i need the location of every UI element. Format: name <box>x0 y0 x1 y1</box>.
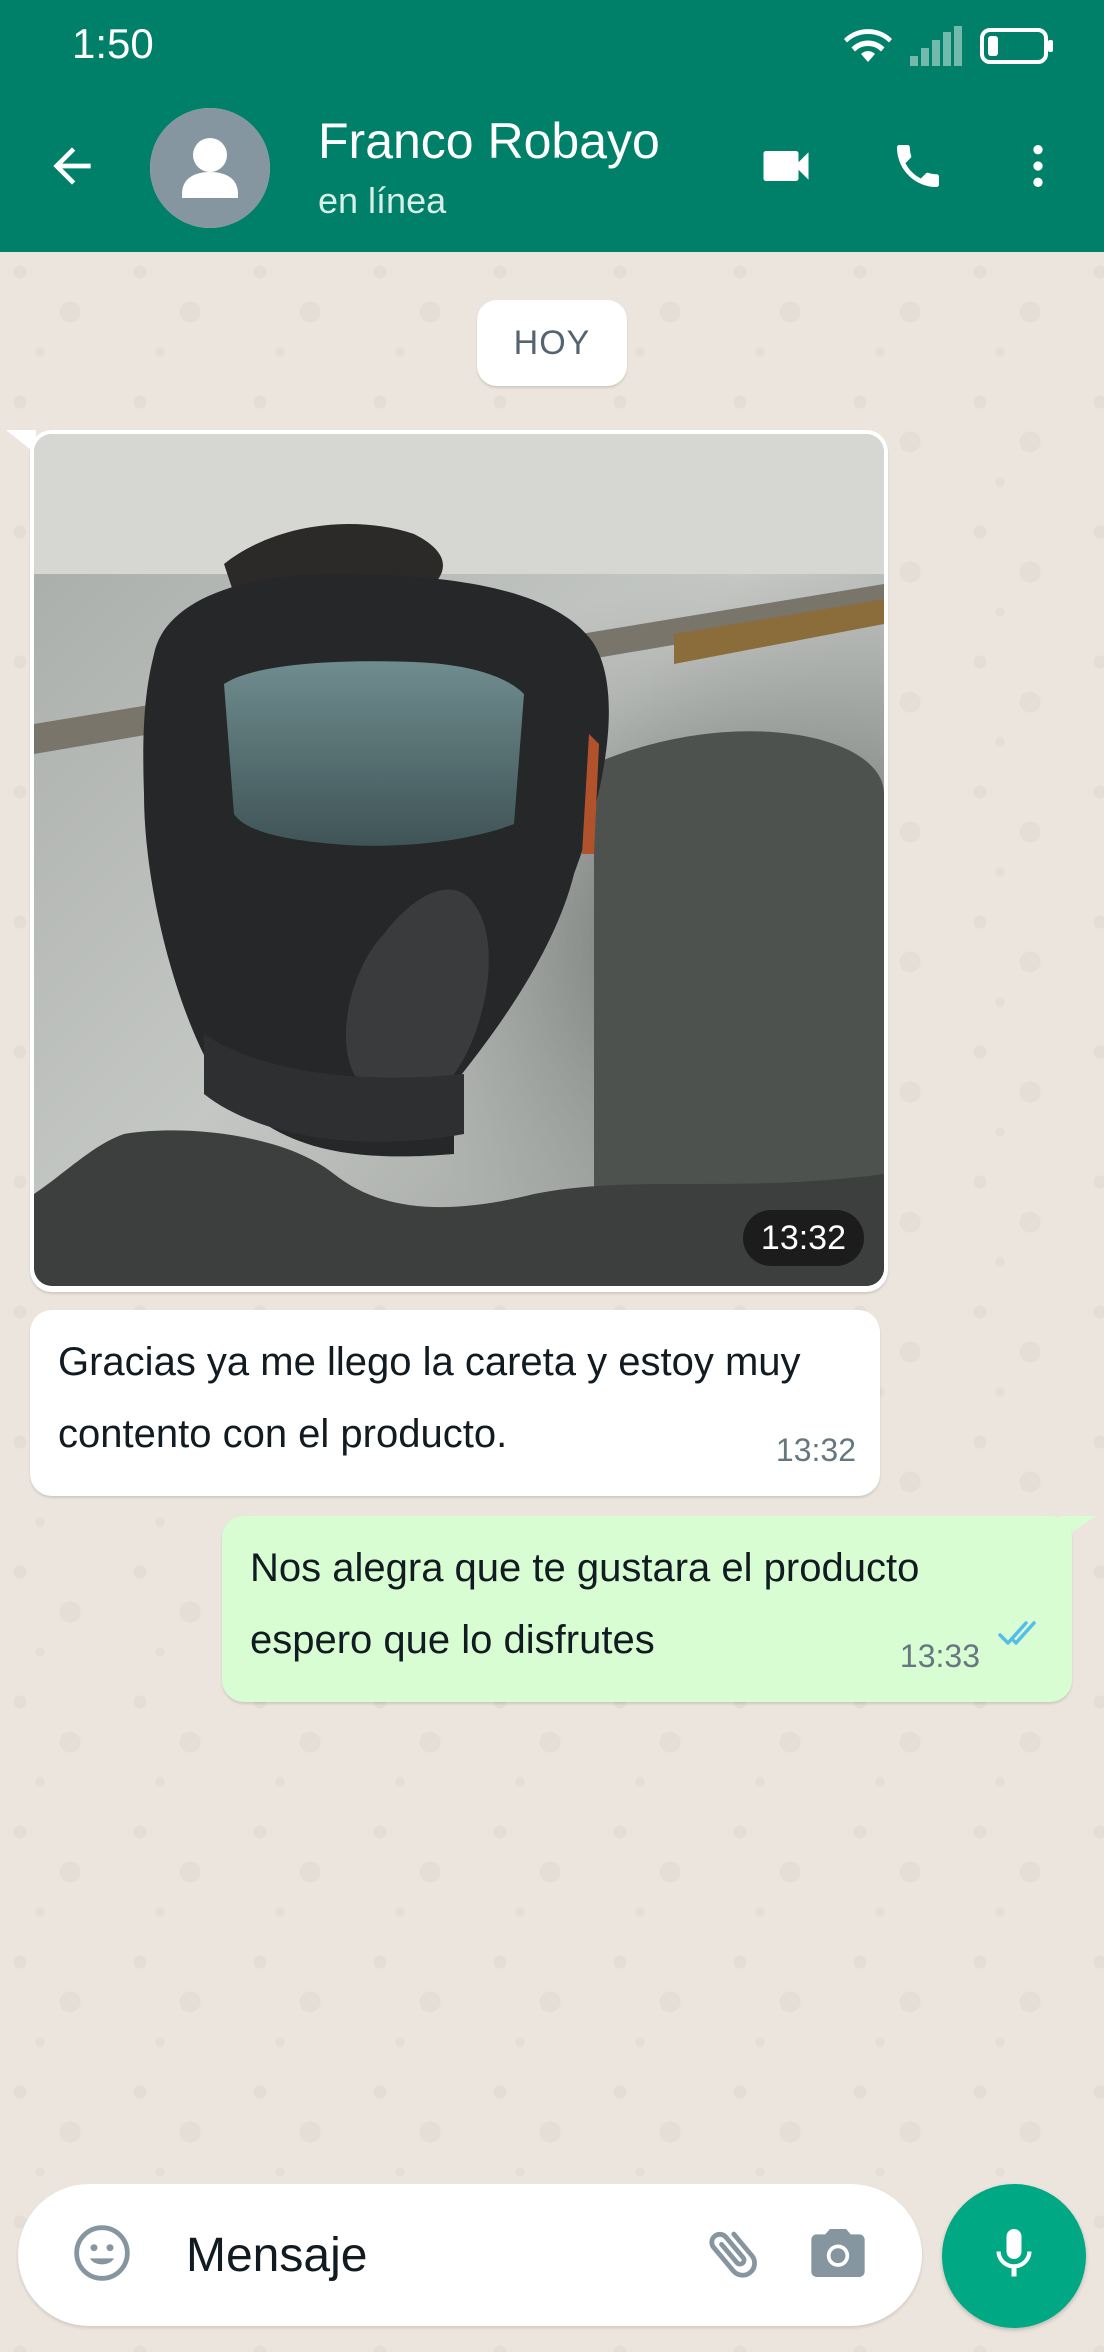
image-message[interactable]: 13:32 <box>30 430 888 1292</box>
back-arrow-icon <box>44 138 100 199</box>
contact-name[interactable]: Franco Robayo <box>318 112 660 170</box>
phone-icon <box>890 138 946 199</box>
emoji-icon <box>70 2221 134 2290</box>
more-options-button[interactable] <box>1002 132 1074 204</box>
video-call-button[interactable] <box>750 132 822 204</box>
date-chip: HOY <box>477 300 627 386</box>
status-icons <box>844 24 1054 72</box>
message-time: 13:32 <box>775 1432 856 1468</box>
message-line: Nos alegra que te gustara el producto <box>250 1546 920 1590</box>
voice-call-button[interactable] <box>882 132 954 204</box>
avatar-placeholder-icon <box>150 108 270 228</box>
paperclip-icon <box>702 2221 766 2290</box>
double-check-icon <box>998 1600 1048 1672</box>
back-button[interactable] <box>36 132 108 204</box>
message-text: Gracias ya me llego la careta y estoy mu… <box>58 1326 852 1470</box>
contact-status: en línea <box>318 180 447 221</box>
wifi-icon <box>844 26 892 71</box>
message-composer <box>18 2184 922 2326</box>
app-header: 1:50 Franco Robayo en línea <box>0 0 1104 252</box>
attach-button[interactable] <box>698 2219 770 2291</box>
camera-icon <box>806 2221 870 2290</box>
contact-avatar[interactable] <box>150 108 270 228</box>
message-time: 13:33 <box>899 1638 980 1674</box>
status-bar: 1:50 <box>0 0 1104 92</box>
outgoing-message[interactable]: Nos alegra que te gustara el producto es… <box>222 1516 1072 1702</box>
message-line: contento con el producto. <box>58 1412 508 1456</box>
message-time: 13:32 <box>742 1210 864 1266</box>
emoji-button[interactable] <box>66 2219 138 2291</box>
signal-icon <box>910 25 962 71</box>
camera-button[interactable] <box>802 2219 874 2291</box>
chat-toolbar: Franco Robayo en línea <box>0 92 1104 252</box>
message-line: Gracias ya me llego la careta y estoy mu… <box>58 1340 801 1384</box>
more-vert-icon <box>1010 138 1066 199</box>
microphone-icon <box>984 2224 1044 2289</box>
message-photo[interactable]: 13:32 <box>34 434 884 1286</box>
battery-icon <box>980 26 1054 71</box>
voice-message-button[interactable] <box>942 2184 1086 2328</box>
video-call-icon <box>756 136 816 201</box>
message-input[interactable] <box>186 2214 686 2296</box>
incoming-message[interactable]: Gracias ya me llego la careta y estoy mu… <box>30 1310 880 1496</box>
status-time: 1:50 <box>72 20 154 67</box>
